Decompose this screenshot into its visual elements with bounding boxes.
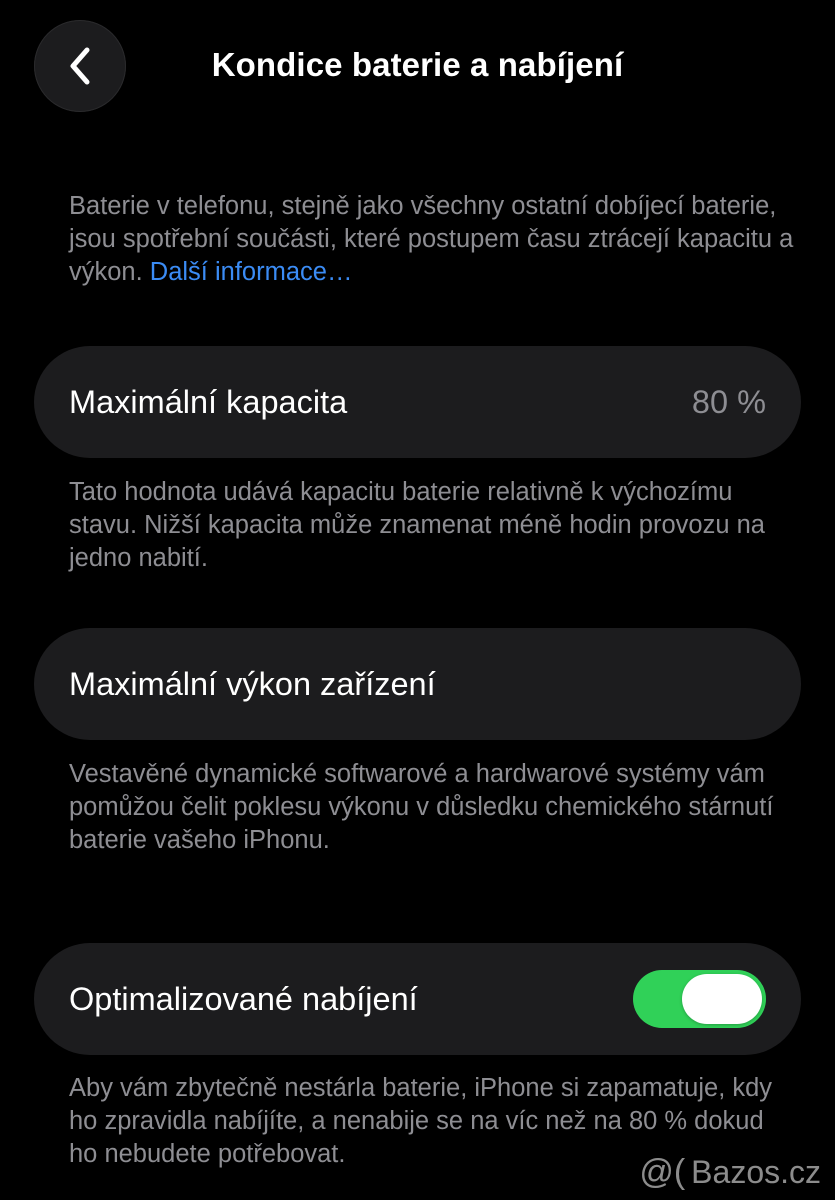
- max-capacity-row: Maximální kapacita 80 %: [34, 346, 801, 458]
- optimized-charging-toggle[interactable]: [633, 970, 766, 1028]
- max-capacity-label: Maximální kapacita: [69, 383, 348, 420]
- page-title: Kondice baterie a nabíjení: [211, 46, 624, 83]
- bazos-logo-icon: @(: [639, 1153, 686, 1191]
- optimized-charging-row: Optimalizované nabíjení: [34, 943, 801, 1055]
- max-capacity-description: Tato hodnota udává kapacitu baterie rela…: [69, 478, 765, 572]
- watermark: @( Bazos.cz: [639, 1153, 821, 1192]
- intro-description: Baterie v telefonu, stejně jako všechny …: [69, 190, 799, 289]
- peak-performance-description: Vestavěné dynamické softwarové a hardwar…: [69, 760, 774, 854]
- toggle-knob: [682, 974, 762, 1024]
- watermark-text: Bazos.cz: [691, 1154, 821, 1190]
- more-info-link[interactable]: Další informace…: [150, 258, 353, 286]
- peak-performance-row: Maximální výkon zařízení: [34, 628, 801, 740]
- peak-performance-label: Maximální výkon zařízení: [69, 665, 436, 702]
- max-capacity-value: 80 %: [691, 383, 766, 420]
- optimized-charging-label: Optimalizované nabíjení: [69, 980, 418, 1017]
